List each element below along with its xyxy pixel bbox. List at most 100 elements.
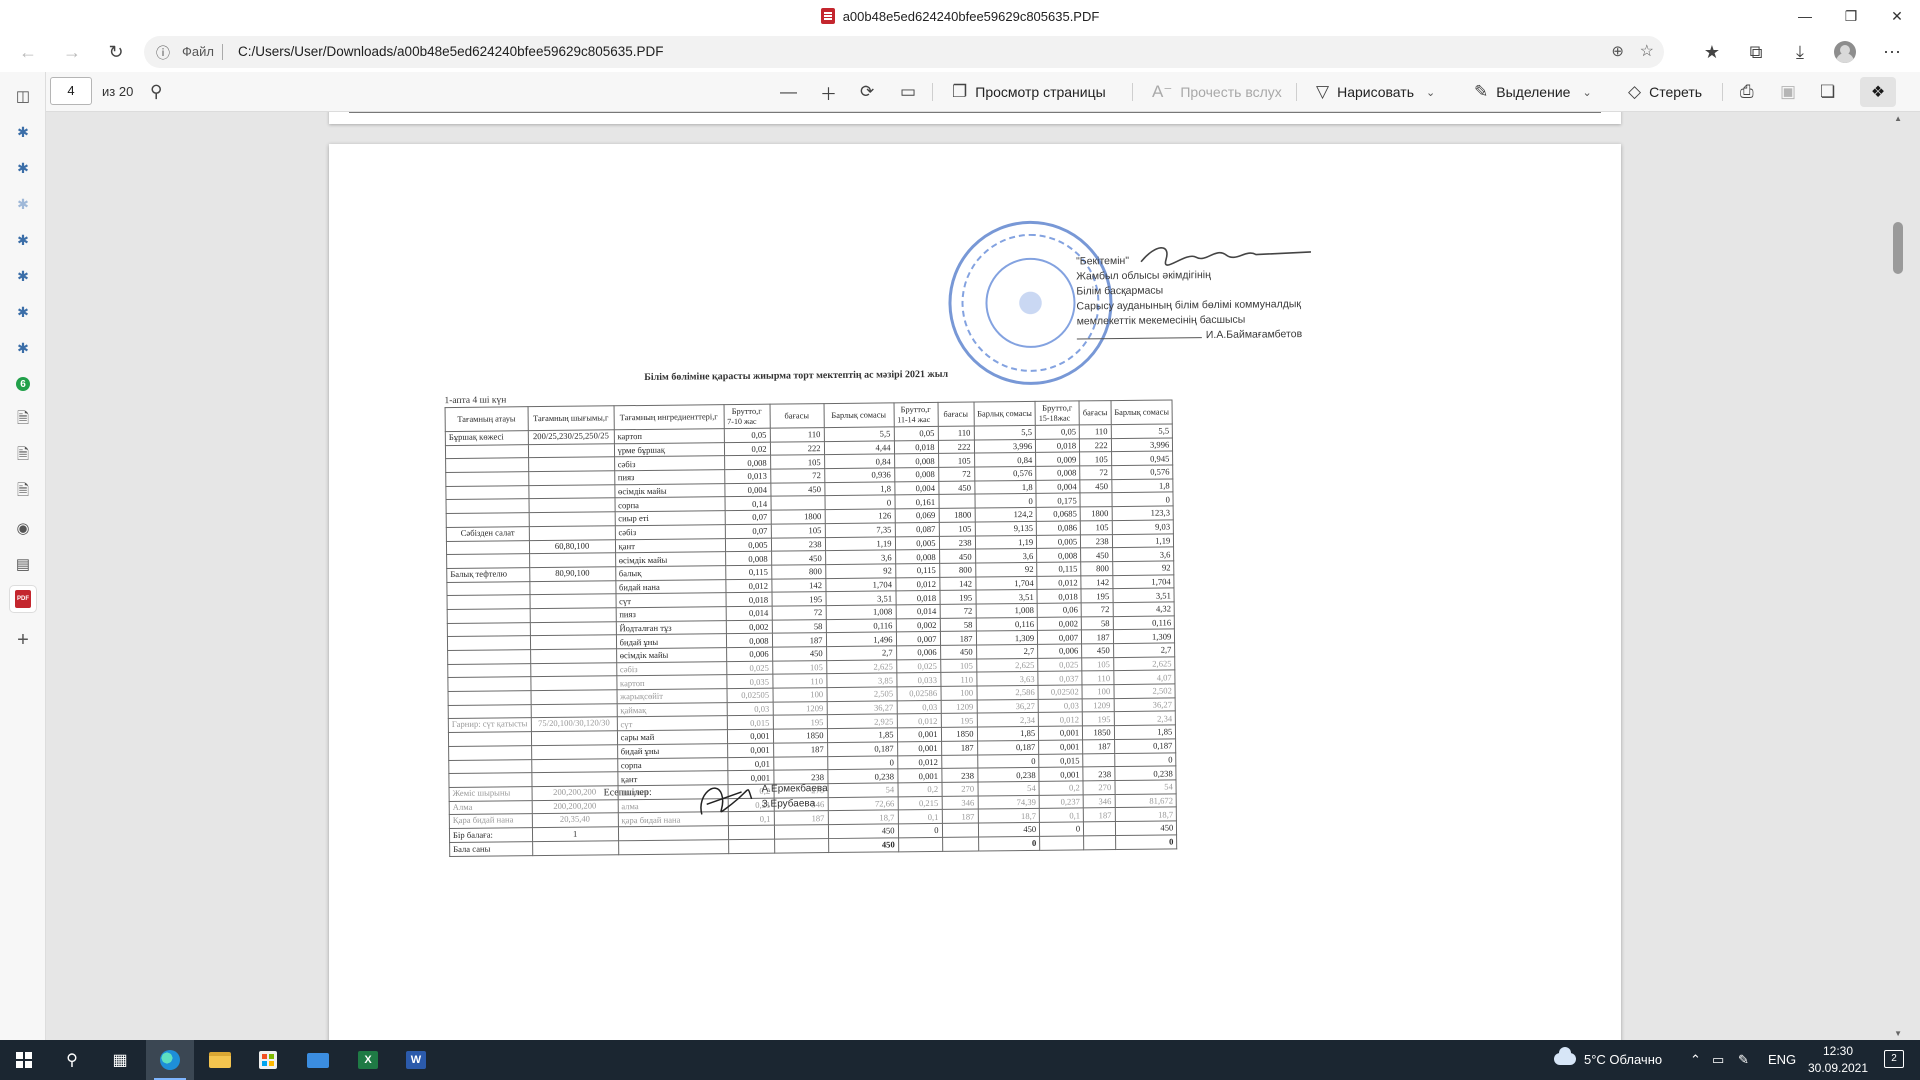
tab-bulb-icon[interactable]: ✱: [11, 156, 35, 180]
back-arrow-icon[interactable]: ←: [14, 38, 42, 66]
scroll-down-arrow[interactable]: ▼: [1894, 1029, 1902, 1038]
tab-document-icon[interactable]: 🗎: [11, 408, 35, 432]
notification-center-icon[interactable]: 2: [1884, 1050, 1904, 1068]
highlight-button[interactable]: ✎ Выделение ⌄: [1474, 80, 1592, 104]
save-as-icon[interactable]: ❏: [1820, 80, 1835, 104]
microsoft-store-icon[interactable]: [244, 1040, 292, 1080]
tab-document-icon[interactable]: 🗎: [11, 444, 35, 468]
value-cell: 105: [772, 660, 827, 675]
new-tab-plus-icon[interactable]: +: [11, 628, 35, 652]
chevron-down-icon[interactable]: ⌄: [1426, 86, 1435, 99]
tab-green-circle-icon[interactable]: 6: [11, 372, 35, 396]
chevron-down-icon[interactable]: ⌄: [1582, 86, 1591, 99]
value-cell: 0,008: [894, 453, 939, 468]
value-cell: 450: [938, 480, 975, 495]
zoom-out-icon[interactable]: —: [780, 80, 797, 104]
erase-button[interactable]: ◇ Стереть: [1628, 80, 1702, 104]
pen-icon[interactable]: ✎: [1738, 1052, 1749, 1068]
refresh-icon[interactable]: ↻: [102, 38, 130, 66]
value-cell: 54: [977, 781, 1040, 796]
page-view-button[interactable]: ❐ Просмотр страницы: [952, 80, 1106, 104]
value-cell: 105: [940, 658, 977, 673]
tab-bulb-icon[interactable]: ✱: [11, 300, 35, 324]
print-icon[interactable]: ⎙: [1740, 80, 1754, 104]
network-icon[interactable]: ▭: [1712, 1052, 1724, 1068]
tab-bulb-icon[interactable]: ✱: [11, 264, 35, 288]
value-cell: 0,06: [1037, 602, 1082, 617]
value-cell: 3,6: [975, 548, 1037, 563]
value-cell: 3,996: [973, 439, 1036, 454]
dish-name-cell: Алма: [449, 800, 532, 815]
value-cell: 450: [1080, 547, 1113, 562]
approval-signatory: И.А.Баймағамбетов: [1076, 327, 1302, 344]
collections-icon[interactable]: ⧉: [1742, 38, 1770, 66]
task-view-icon[interactable]: ▦: [96, 1040, 144, 1080]
zoom-in-icon[interactable]: ＋: [820, 80, 837, 104]
tab-actions-icon[interactable]: ◫: [11, 84, 35, 108]
draw-button[interactable]: ▽ Нарисовать ⌄: [1316, 80, 1435, 104]
search-icon[interactable]: ⚲: [150, 80, 162, 104]
rotate-icon[interactable]: ⟳: [860, 80, 874, 104]
restore-button[interactable]: ❐: [1828, 0, 1874, 32]
tab-bulb-icon[interactable]: ✱: [11, 120, 35, 144]
forward-arrow-icon[interactable]: →: [58, 38, 86, 66]
value-cell: 187: [1081, 629, 1114, 644]
tab-calendar-icon[interactable]: ▤: [11, 552, 35, 576]
windows-taskbar: ⚲ ▦ X W 5°C Облачно ⌃ ▭ ✎ ENG 12:30 30.0…: [0, 1040, 1920, 1080]
dish-name-cell: [446, 512, 529, 528]
word-icon[interactable]: W: [392, 1040, 440, 1080]
info-icon[interactable]: ⓘ: [156, 43, 170, 63]
tab-document-icon[interactable]: 🗎: [11, 480, 35, 504]
fit-to-page-icon[interactable]: ▭: [900, 80, 916, 104]
scroll-up-arrow[interactable]: ▲: [1894, 114, 1902, 123]
file-explorer-icon[interactable]: [196, 1040, 244, 1080]
tab-globe-icon[interactable]: ◉: [11, 516, 35, 540]
tab-bulb-icon[interactable]: ✱: [11, 336, 35, 360]
search-taskbar-icon[interactable]: ⚲: [48, 1040, 96, 1080]
favorites-icon[interactable]: ★: [1698, 38, 1726, 66]
start-button[interactable]: [0, 1040, 48, 1080]
value-cell: 0,05: [1035, 424, 1080, 440]
downloads-icon[interactable]: ⤓: [1786, 38, 1814, 66]
language-indicator[interactable]: ENG: [1768, 1052, 1796, 1067]
ingredient-cell: картоп: [613, 428, 724, 444]
add-favorite-icon[interactable]: ☆: [1640, 41, 1654, 61]
system-clock[interactable]: 12:30 30.09.2021: [1806, 1043, 1870, 1077]
value-cell: 1850: [1082, 725, 1115, 740]
profile-avatar[interactable]: [1834, 41, 1856, 63]
pdf-viewport[interactable]: "Бекітемін" Жамбыл облысы әкімдігінің Бі…: [47, 112, 1903, 1040]
tray-chevron-icon[interactable]: ⌃: [1690, 1052, 1701, 1068]
tab-bulb-icon[interactable]: ✱: [11, 192, 35, 216]
edge-browser-icon[interactable]: [146, 1040, 194, 1080]
portion-cell: [528, 470, 615, 486]
close-window-button[interactable]: ✕: [1874, 0, 1920, 32]
minimize-button[interactable]: —: [1782, 0, 1828, 32]
excel-icon[interactable]: X: [344, 1040, 392, 1080]
value-cell: 3,85: [826, 673, 897, 688]
tab-pdf-active[interactable]: PDF: [10, 586, 36, 612]
value-cell: 0,007: [1037, 630, 1082, 645]
children-count-3: 0: [1115, 834, 1178, 850]
value-cell: 0,014: [895, 604, 940, 619]
value-cell: 0,012: [725, 578, 772, 593]
value-cell: 1,85: [976, 726, 1039, 741]
weather-cloud-icon[interactable]: [1554, 1047, 1576, 1065]
value-cell: 450: [772, 646, 827, 661]
address-bar[interactable]: ⓘ Файл C:/Users/User/Downloads/a00b48e5e…: [144, 36, 1664, 68]
read-aloud-button[interactable]: A⁻ Прочесть вслух: [1152, 80, 1282, 104]
mail-icon[interactable]: [294, 1040, 342, 1080]
tab-bulb-icon[interactable]: ✱: [11, 228, 35, 252]
more-menu-icon[interactable]: ⋯: [1878, 38, 1906, 66]
vertical-scrollbar-thumb[interactable]: [1893, 222, 1903, 274]
value-cell: 0,02505: [726, 688, 773, 703]
weather-text[interactable]: 5°C Облачно: [1584, 1052, 1662, 1067]
url-text[interactable]: C:/Users/User/Downloads/a00b48e5ed624240…: [238, 44, 664, 59]
value-cell: 123,3: [1111, 506, 1174, 521]
value-cell: 0,025: [896, 659, 941, 674]
zoom-icon[interactable]: ⊕: [1611, 42, 1624, 60]
value-cell: 0,008: [725, 551, 772, 566]
value-cell: 195: [940, 713, 977, 728]
save-icon[interactable]: ▣: [1780, 80, 1796, 104]
page-number-input[interactable]: 4: [50, 77, 92, 105]
pin-toolbar-icon[interactable]: ❖: [1860, 77, 1896, 107]
